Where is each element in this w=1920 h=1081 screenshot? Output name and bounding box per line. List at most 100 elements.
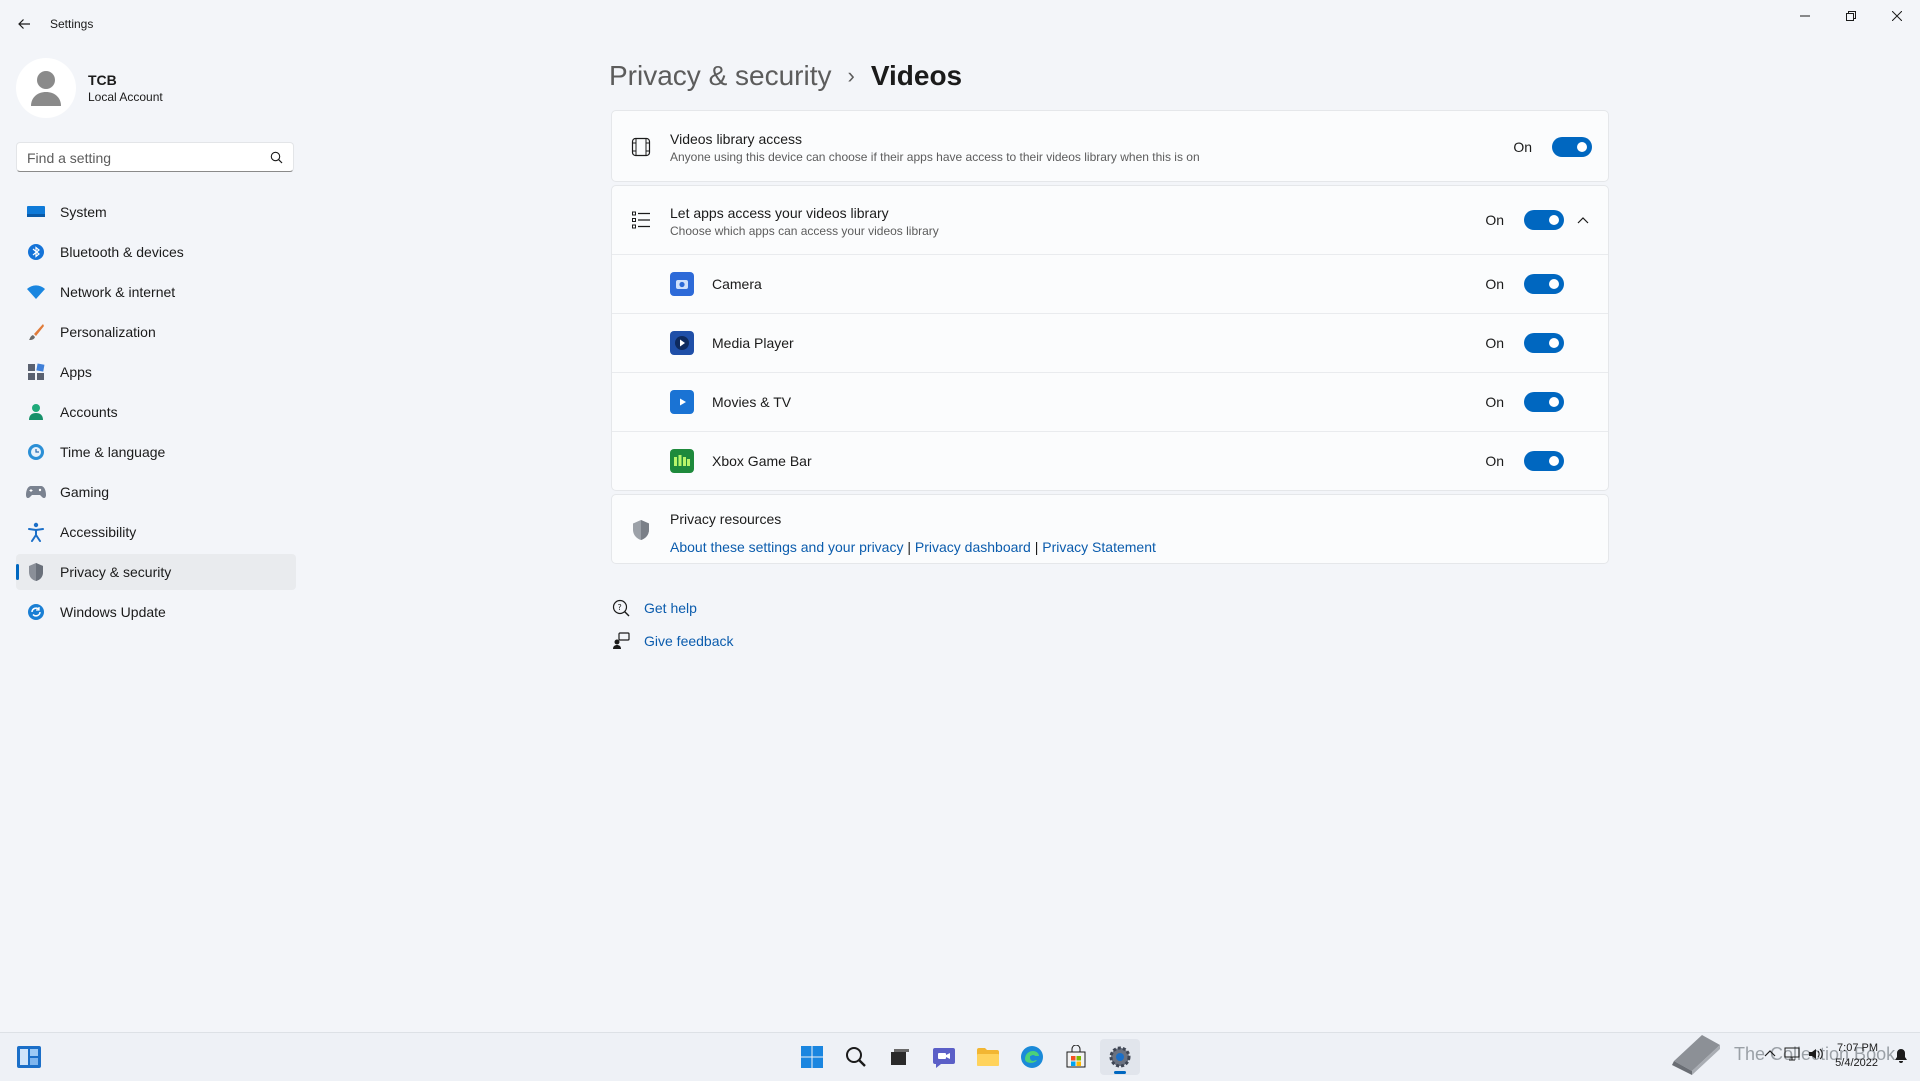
sidebar-item-windows-update[interactable]: Windows Update <box>16 594 296 630</box>
sidebar-item-personalization[interactable]: Personalization <box>16 314 296 350</box>
person-avatar-icon <box>31 71 61 106</box>
toggle-state-label: On <box>1485 212 1504 228</box>
xbox-game-bar-toggle-group: On <box>1485 451 1564 471</box>
get-help-label: Get help <box>644 600 697 616</box>
camera-app-icon <box>670 272 694 296</box>
help-links: ? Get help Give feedback <box>611 596 734 662</box>
media-player-toggle-group: On <box>1485 333 1564 353</box>
system-tray <box>1764 1047 1824 1066</box>
profile-name: TCB <box>88 72 117 88</box>
toggle-knob <box>1577 142 1587 152</box>
sidebar-item-accessibility[interactable]: Accessibility <box>16 514 296 550</box>
privacy-statement-link[interactable]: Privacy Statement <box>1042 539 1156 555</box>
clock[interactable]: 7:07 PM 5/4/2022 <box>1835 1041 1878 1071</box>
sidebar-item-time-language[interactable]: Time & language <box>16 434 296 470</box>
toggle-state-label: On <box>1485 335 1504 351</box>
feedback-icon <box>611 631 631 651</box>
restore-icon <box>1846 11 1856 21</box>
toggle-state-label: On <box>1485 394 1504 410</box>
about-privacy-link[interactable]: About these settings and your privacy <box>670 539 903 555</box>
clock-time: 7:07 PM <box>1837 1042 1878 1054</box>
sidebar-item-system[interactable]: System <box>16 194 296 230</box>
privacy-links: About these settings and your privacy | … <box>670 539 1156 555</box>
sidebar-item-bluetooth[interactable]: Bluetooth & devices <box>16 234 296 270</box>
give-feedback-label: Give feedback <box>644 633 734 649</box>
shield-icon <box>26 562 46 582</box>
breadcrumb-separator: › <box>847 63 855 88</box>
get-help-link[interactable]: ? Get help <box>611 596 734 620</box>
sidebar-item-label: System <box>60 204 107 220</box>
media-player-app-icon <box>670 331 694 355</box>
notification-icon[interactable] <box>1894 1048 1908 1069</box>
app-name: Xbox Game Bar <box>712 453 812 469</box>
gamepad-icon <box>26 482 46 502</box>
movies-tv-app-icon <box>670 390 694 414</box>
app-access-header[interactable]: Let apps access your videos library Choo… <box>612 186 1608 254</box>
toggle-knob <box>1549 338 1559 348</box>
widgets-icon[interactable] <box>16 1045 41 1069</box>
profile-account-type: Local Account <box>88 90 163 104</box>
brush-icon <box>26 322 46 342</box>
media-player-toggle[interactable] <box>1524 333 1564 353</box>
sidebar-item-privacy-security[interactable]: Privacy & security <box>16 554 296 590</box>
camera-toggle-group: On <box>1485 274 1564 294</box>
videos-library-access-toggle[interactable] <box>1552 137 1592 157</box>
chevron-up-icon[interactable] <box>1764 1047 1776 1066</box>
svg-text:?: ? <box>618 603 622 612</box>
camera-toggle[interactable] <box>1524 274 1564 294</box>
sidebar-item-label: Windows Update <box>60 604 166 620</box>
minimize-button[interactable] <box>1782 0 1828 32</box>
sidebar-item-network[interactable]: Network & internet <box>16 274 296 310</box>
sidebar-item-gaming[interactable]: Gaming <box>16 474 296 510</box>
privacy-resources-title: Privacy resources <box>670 511 782 527</box>
settings-icon[interactable] <box>1100 1039 1140 1075</box>
network-icon[interactable] <box>1784 1047 1800 1066</box>
sidebar-item-label: Bluetooth & devices <box>60 244 184 260</box>
restore-button[interactable] <box>1828 0 1874 32</box>
app-row-xbox-game-bar: Xbox Game Bar On <box>612 431 1608 490</box>
close-button[interactable] <box>1874 0 1920 32</box>
app-row-camera: Camera On <box>612 254 1608 313</box>
task-view-icon[interactable] <box>880 1039 920 1075</box>
sidebar-item-label: Time & language <box>60 444 166 460</box>
volume-icon[interactable] <box>1808 1047 1824 1066</box>
search-icon <box>270 151 283 169</box>
user-profile[interactable]: TCB Local Account <box>16 58 296 118</box>
back-button[interactable] <box>12 12 36 36</box>
app-access-toggle[interactable] <box>1524 210 1564 230</box>
videos-library-access-toggle-group: On <box>1513 137 1592 157</box>
sidebar-item-accounts[interactable]: Accounts <box>16 394 296 430</box>
sidebar-item-label: Personalization <box>60 324 156 340</box>
search-icon[interactable] <box>836 1039 876 1075</box>
search-input[interactable]: Find a setting <box>16 142 294 172</box>
toggle-knob <box>1549 397 1559 407</box>
person-icon <box>26 402 46 422</box>
edge-icon[interactable] <box>1012 1039 1052 1075</box>
file-explorer-icon[interactable] <box>968 1039 1008 1075</box>
window-controls <box>1782 0 1920 32</box>
monitor-icon <box>26 202 46 222</box>
toggle-knob <box>1549 215 1559 225</box>
start-icon[interactable] <box>792 1039 832 1075</box>
avatar <box>16 58 76 118</box>
breadcrumb-parent[interactable]: Privacy & security <box>609 60 832 92</box>
sidebar-item-label: Accounts <box>60 404 118 420</box>
sidebar-item-label: Network & internet <box>60 284 176 300</box>
link-divider: | <box>1034 539 1039 555</box>
privacy-dashboard-link[interactable]: Privacy dashboard <box>915 539 1031 555</box>
search-placeholder: Find a setting <box>27 150 112 166</box>
videos-library-access-card: Videos library access Anyone using this … <box>611 110 1609 182</box>
chat-icon[interactable] <box>924 1039 964 1075</box>
taskbar-pinned-apps <box>790 1039 1142 1075</box>
give-feedback-link[interactable]: Give feedback <box>611 629 734 653</box>
page-title: Videos <box>870 60 963 91</box>
xbox-game-bar-toggle[interactable] <box>1524 451 1564 471</box>
setting-title: Let apps access your videos library <box>670 205 889 221</box>
shield-icon <box>630 519 652 541</box>
store-icon[interactable] <box>1056 1039 1096 1075</box>
movies-tv-toggle[interactable] <box>1524 392 1564 412</box>
bluetooth-icon <box>26 242 46 262</box>
chevron-up-icon[interactable] <box>1574 211 1592 229</box>
help-chat-icon: ? <box>611 598 631 618</box>
sidebar-item-apps[interactable]: Apps <box>16 354 296 390</box>
